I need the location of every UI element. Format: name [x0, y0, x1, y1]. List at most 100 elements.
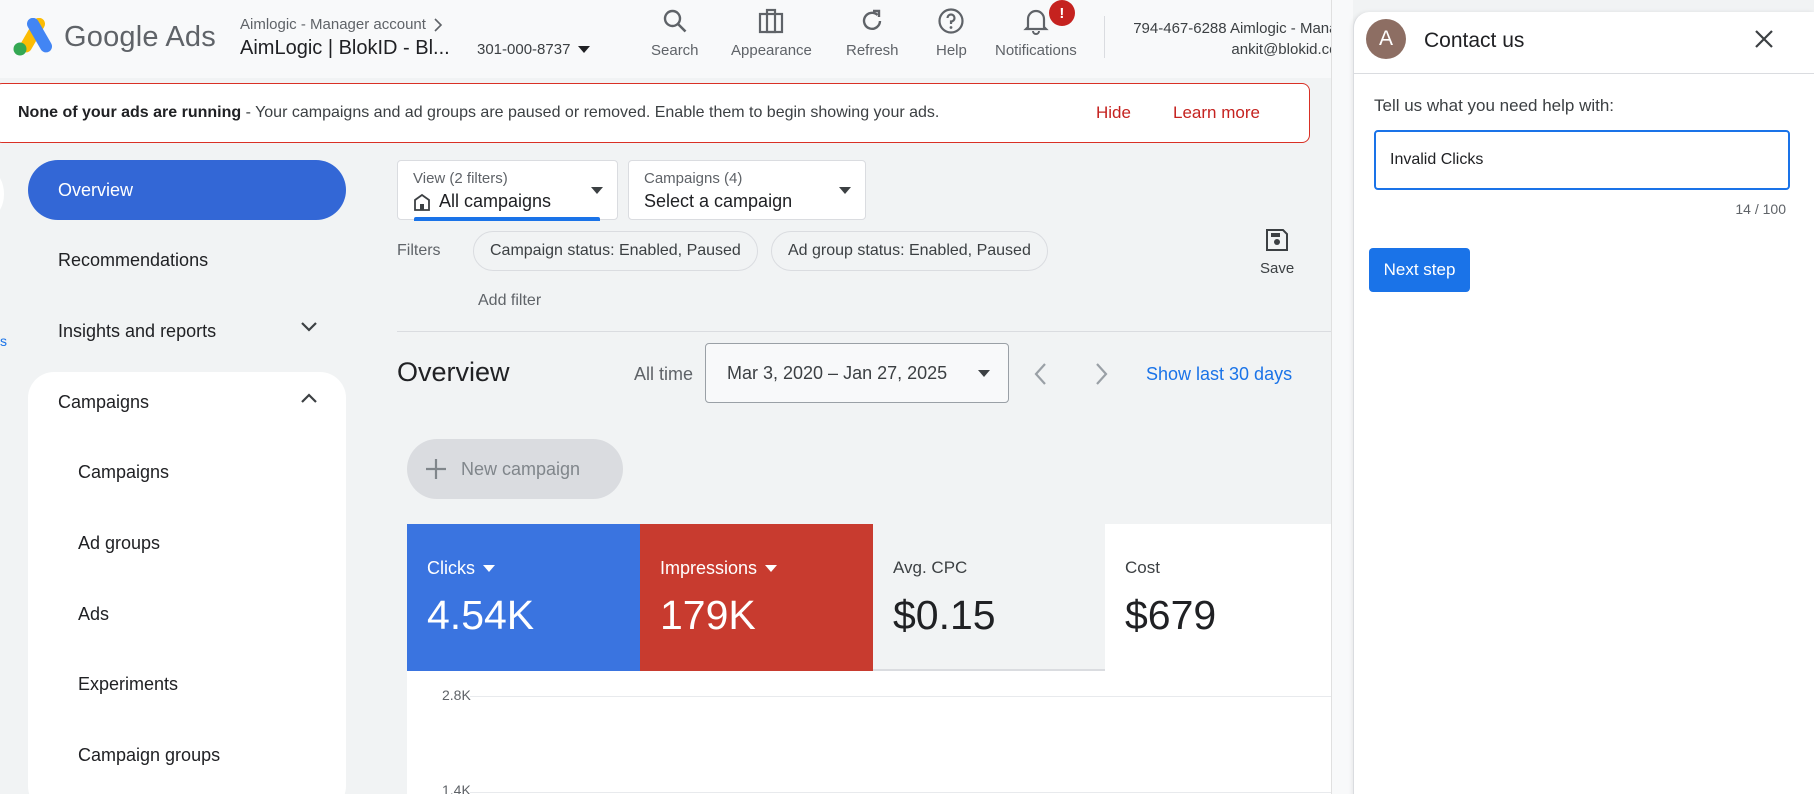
campaign-status-filter-chip[interactable]: Campaign status: Enabled, Paused — [473, 231, 758, 271]
caret-down-icon — [591, 187, 603, 194]
search-button[interactable]: Search — [651, 4, 699, 59]
alert-title: None of your ads are running — [18, 104, 242, 121]
refresh-icon — [863, 9, 882, 30]
view-filter-value-row: All campaigns — [413, 191, 551, 212]
account-selector[interactable]: 301-000-8737 — [477, 41, 591, 58]
bell-icon — [1023, 9, 1049, 35]
caret-down-icon — [765, 564, 778, 572]
user-account-info[interactable]: 794-467-6288 Aimlogic - Mana... ankit@bl… — [1118, 18, 1350, 60]
alert-body: - Your campaigns and ad groups are pause… — [241, 104, 940, 121]
search-icon — [663, 9, 687, 33]
save-filters-button[interactable]: Save — [1260, 228, 1294, 277]
search-label: Search — [651, 42, 699, 59]
alert-message: None of your ads are running - Your camp… — [18, 104, 939, 122]
metric-label: Impressions — [660, 558, 758, 578]
metric-value: 179K — [660, 592, 756, 638]
campaigns-nav-group — [28, 372, 346, 794]
chevron-right-icon[interactable] — [1091, 360, 1111, 388]
refresh-button[interactable]: Refresh — [846, 4, 899, 59]
metric-label: Cost — [1125, 558, 1160, 577]
close-icon[interactable] — [1754, 29, 1774, 49]
next-step-button[interactable]: Next step — [1369, 248, 1470, 292]
contact-us-panel: A Contact us Tell us what you need help … — [1353, 12, 1814, 794]
sub-nav-campaign-groups[interactable]: Campaign groups — [78, 745, 220, 766]
nav-item-recommendations[interactable]: Recommendations — [28, 230, 346, 290]
logo-text: Google Ads — [64, 20, 216, 53]
account-name[interactable]: AimLogic | BlokID - Bl... — [240, 37, 450, 60]
google-ads-logo[interactable]: Google Ads — [12, 18, 216, 56]
y-tick-label: 1.4K — [442, 782, 471, 794]
view-filter-value: All campaigns — [439, 191, 552, 211]
chevron-right-icon — [434, 17, 443, 32]
section-divider — [397, 331, 1331, 332]
add-filter-button[interactable]: Add filter — [478, 292, 541, 310]
nav-item-insights-and-reports[interactable]: Insights and reports — [28, 301, 346, 361]
avatar[interactable]: A — [1366, 19, 1406, 59]
nav-item-label: Recommendations — [58, 249, 209, 270]
user-line: 794-467-6288 Aimlogic - Mana... — [1133, 20, 1350, 37]
chart-gridline — [470, 696, 1331, 697]
hide-alert-link[interactable]: Hide — [1096, 103, 1131, 123]
show-last-30-days-link[interactable]: Show last 30 days — [1146, 364, 1292, 385]
metric-label-row: Clicks — [427, 558, 495, 579]
metric-value: $0.15 — [893, 592, 996, 638]
metric-card-avg-cpc[interactable]: Avg. CPC $0.15 — [873, 524, 1105, 671]
caret-down-icon — [839, 187, 851, 194]
notifications-label: Notifications — [995, 42, 1077, 59]
date-range-value: Mar 3, 2020 – Jan 27, 2025 — [727, 362, 948, 383]
panel-title: Contact us — [1424, 29, 1525, 52]
help-button[interactable]: Help — [936, 4, 967, 59]
sub-nav-ads[interactable]: Ads — [78, 604, 109, 625]
manager-account-link[interactable]: Aimlogic - Manager account — [240, 16, 444, 33]
plus-icon — [426, 459, 446, 479]
sub-nav-ad-groups[interactable]: Ad groups — [78, 533, 160, 554]
notifications-button[interactable]: ! Notifications — [995, 0, 1077, 59]
metric-card-cost[interactable]: Cost $679 — [1105, 524, 1331, 671]
google-ads-logo-icon — [13, 18, 52, 56]
collapsed-panel-edge[interactable] — [0, 172, 4, 216]
ad-group-status-filter-chip[interactable]: Ad group status: Enabled, Paused — [771, 231, 1048, 271]
nav-item-label: Insights and reports — [58, 320, 217, 341]
campaign-selector-value: Select a campaign — [644, 191, 793, 211]
campaign-selector-dropdown[interactable]: Campaigns (4) Select a campaign — [628, 160, 866, 220]
chart-gridline — [470, 792, 1331, 793]
metric-card-impressions[interactable]: Impressions 179K — [640, 524, 873, 671]
ads-not-running-alert: None of your ads are running - Your camp… — [0, 83, 1310, 143]
manager-account-label: Aimlogic - Manager account — [240, 16, 426, 33]
sidebar-link-fragment[interactable]: s — [0, 333, 7, 349]
new-campaign-label: New campaign — [461, 458, 581, 479]
chevron-up-icon — [301, 393, 317, 403]
character-counter: 14 / 100 — [1735, 201, 1786, 217]
campaign-count: Campaigns (4) — [644, 170, 743, 187]
metric-card-clicks[interactable]: Clicks 4.54K — [407, 524, 640, 671]
panel-backdrop — [1331, 0, 1353, 794]
date-range-picker[interactable]: Mar 3, 2020 – Jan 27, 2025 — [705, 343, 1009, 403]
date-range-label: All time — [634, 364, 694, 384]
user-email: ankit@blokid.com — [1231, 41, 1350, 58]
view-filter-count: View (2 filters) — [413, 170, 508, 187]
account-id: 301-000-8737 — [477, 41, 571, 58]
notification-badge: ! — [1048, 0, 1075, 26]
save-label: Save — [1260, 260, 1295, 277]
metric-value: $679 — [1125, 592, 1217, 638]
refresh-label: Refresh — [846, 42, 899, 59]
appearance-button[interactable]: Appearance — [731, 4, 812, 59]
new-campaign-button[interactable]: New campaign — [407, 439, 623, 499]
help-icon — [938, 8, 965, 34]
sub-nav-campaigns[interactable]: Campaigns — [78, 462, 169, 483]
caret-down-icon — [578, 45, 591, 53]
page-title: Overview — [397, 357, 510, 387]
help-topic-input[interactable] — [1374, 130, 1790, 190]
nav-item-overview[interactable]: Overview — [28, 160, 346, 220]
view-filter-underline — [414, 217, 600, 221]
filters-label: Filters — [397, 242, 441, 259]
nav-item-campaigns[interactable]: Campaigns — [28, 372, 346, 432]
chevron-left-icon[interactable] — [1031, 360, 1051, 388]
panel-header: A Contact us — [1354, 12, 1814, 74]
nav-item-label: Campaigns — [58, 391, 150, 412]
learn-more-link[interactable]: Learn more — [1173, 103, 1260, 123]
metric-value: 4.54K — [427, 592, 535, 638]
building-icon — [414, 193, 430, 211]
sub-nav-experiments[interactable]: Experiments — [78, 674, 178, 695]
view-filter-dropdown[interactable]: View (2 filters) All campaigns — [397, 160, 618, 221]
